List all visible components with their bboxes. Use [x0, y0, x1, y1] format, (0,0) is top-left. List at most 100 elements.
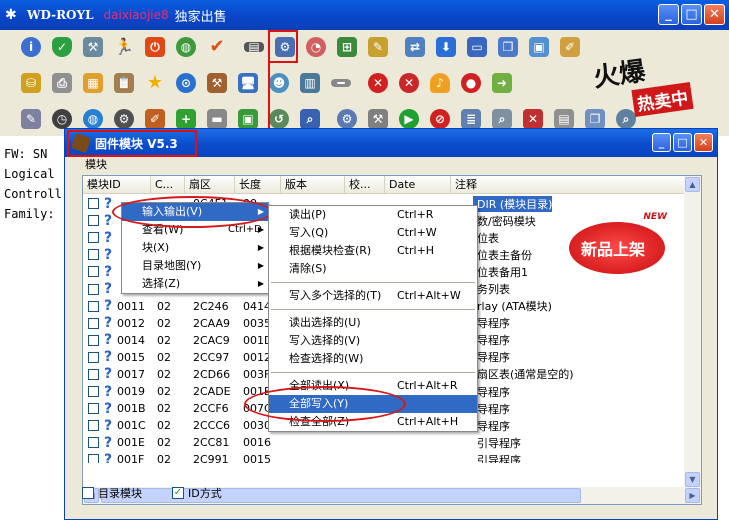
row-checkbox[interactable]	[88, 215, 99, 227]
row-checkbox[interactable]	[88, 368, 99, 380]
cell-c: 02	[157, 350, 171, 364]
vertical-scrollbar[interactable]: ▲ ▼	[684, 176, 701, 488]
cancel-icon[interactable]: ✕	[396, 70, 422, 96]
module-dir-checkbox[interactable]: 目录模块	[82, 485, 142, 501]
plug-icon[interactable]: ━	[328, 70, 354, 96]
pen-icon[interactable]: ✐	[557, 34, 583, 60]
monitor-icon[interactable]: ▭	[464, 34, 490, 60]
shield-icon[interactable]: ✓	[49, 34, 75, 60]
question-icon: ?	[103, 315, 113, 332]
apple-icon[interactable]: ●	[458, 70, 484, 96]
panel-icon[interactable]: ▥	[297, 70, 323, 96]
child-close-button[interactable]: ✕	[694, 133, 713, 152]
cell-comment: 引导程序	[477, 436, 521, 450]
row-checkbox[interactable]	[88, 334, 99, 346]
pieces-icon[interactable]: ▦	[80, 70, 106, 96]
col-version[interactable]: 版本	[281, 176, 345, 193]
drive-info-panel: FW: SN Logical Controll Family:	[0, 136, 64, 527]
scroll-up-icon[interactable]: ▲	[685, 177, 700, 192]
export-icon[interactable]: ➜	[489, 70, 515, 96]
clipboard-icon[interactable]: 📋	[111, 70, 137, 96]
submenu-item[interactable]: 读出选择的(U)	[269, 314, 477, 332]
promo-fire-big: 火爆	[591, 56, 648, 94]
submenu-item[interactable]: 检查选择的(W)	[269, 350, 477, 368]
question-icon: ?	[103, 263, 113, 280]
chip-icon[interactable]: ▤	[241, 34, 267, 60]
download-icon[interactable]: ⬇	[433, 34, 459, 60]
tree-icon[interactable]: ⊞	[334, 34, 360, 60]
module-dir-box[interactable]	[82, 487, 94, 499]
screen-icon[interactable]: ▣	[526, 34, 552, 60]
disk-icon[interactable]: ◔	[303, 34, 329, 60]
menu-module[interactable]: 模块	[85, 158, 107, 171]
row-checkbox[interactable]	[88, 198, 99, 210]
close-button[interactable]: ✕	[704, 4, 725, 25]
col-checksum[interactable]: 校...	[345, 176, 385, 193]
id-mode-checkbox[interactable]: ✓ ID方式	[172, 485, 222, 501]
info-line-family: Family:	[4, 207, 55, 221]
row-checkbox[interactable]	[88, 454, 99, 463]
id-mode-label: ID方式	[188, 487, 222, 500]
row-checkbox[interactable]	[88, 249, 99, 261]
row-checkbox[interactable]	[88, 403, 99, 415]
submenu-item[interactable]: 根据模块检查(R) Ctrl+H	[269, 242, 477, 260]
annotation-title-box	[67, 130, 197, 157]
child-minimize-button[interactable]: _	[652, 133, 671, 152]
scroll-down-icon[interactable]: ▼	[685, 472, 700, 487]
network-icon[interactable]: ⇄	[402, 34, 428, 60]
scroll-right-icon[interactable]: ▶	[685, 488, 700, 503]
context-menu-item[interactable]: 选择(Z) ▶	[122, 275, 268, 293]
database-icon[interactable]: ⛁	[18, 70, 44, 96]
col-date[interactable]: Date	[385, 176, 451, 193]
power-icon[interactable]: ⏻	[142, 34, 168, 60]
submenu-item[interactable]: 写入选择的(V)	[269, 332, 477, 350]
row-checkbox[interactable]	[88, 266, 99, 278]
computer-icon[interactable]: 🖥	[235, 70, 261, 96]
context-menu-item[interactable]: 块(X) ▶	[122, 239, 268, 257]
submenu-item[interactable]: 写入多个选择的(T) Ctrl+Alt+W	[269, 287, 477, 305]
check-icon[interactable]: ✔	[204, 34, 230, 60]
row-checkbox[interactable]	[88, 232, 99, 244]
id-mode-box[interactable]: ✓	[172, 487, 184, 499]
col-length[interactable]: 长度	[235, 176, 281, 193]
question-icon: ?	[103, 298, 113, 315]
hammer-icon[interactable]: ⚒	[204, 70, 230, 96]
submenu-item[interactable]: 写入(Q) Ctrl+W	[269, 224, 477, 242]
row-checkbox[interactable]	[88, 317, 99, 329]
globe-icon[interactable]: ◍	[173, 34, 199, 60]
col-comment[interactable]: 注释	[451, 176, 685, 193]
row-checkbox[interactable]	[88, 283, 99, 295]
col-sector[interactable]: 扇区	[185, 176, 235, 193]
cell-comment: 引导程序	[477, 453, 521, 463]
table-row[interactable]: ? 001F 02 2C991 0015 引导程序	[83, 451, 685, 463]
submenu-item[interactable]: 清除(S)	[269, 260, 477, 278]
pin-icon[interactable]: ⊙	[173, 70, 199, 96]
bell-icon[interactable]: ♪	[427, 70, 453, 96]
printer-icon[interactable]: ⎙	[49, 70, 75, 96]
row-checkbox[interactable]	[88, 386, 99, 398]
cell-comment: DIR (模块目录)	[473, 195, 553, 212]
row-checkbox[interactable]	[88, 351, 99, 363]
col-module-id[interactable]: 模块ID	[83, 176, 151, 193]
info-line-controller: Controll	[4, 187, 62, 201]
submenu-item[interactable]: 读出(P) Ctrl+R	[269, 206, 477, 224]
table-row[interactable]: ? 001E 02 2CC81 0016 引导程序	[83, 434, 685, 451]
window-icon[interactable]: ❐	[495, 34, 521, 60]
row-checkbox[interactable]	[88, 300, 99, 312]
row-checkbox[interactable]	[88, 420, 99, 432]
info-icon[interactable]: i	[18, 34, 44, 60]
star-icon[interactable]: ★	[142, 70, 168, 96]
stop-icon[interactable]: ✕	[365, 70, 391, 96]
cell-id: 001C	[117, 419, 146, 433]
row-checkbox[interactable]	[88, 437, 99, 449]
minimize-button[interactable]: _	[658, 4, 679, 25]
tools-icon[interactable]: ⚒	[80, 34, 106, 60]
run-icon[interactable]: 🏃	[111, 34, 137, 60]
maximize-button[interactable]: □	[681, 4, 702, 25]
submenu-item-shortcut: Ctrl+H	[397, 244, 435, 257]
child-maximize-button[interactable]: □	[673, 133, 692, 152]
col-c[interactable]: C...	[151, 176, 185, 193]
comment-icon[interactable]: ✎	[18, 106, 44, 132]
edit-icon[interactable]: ✎	[365, 34, 391, 60]
context-menu-item[interactable]: 目录地图(Y) ▶	[122, 257, 268, 275]
